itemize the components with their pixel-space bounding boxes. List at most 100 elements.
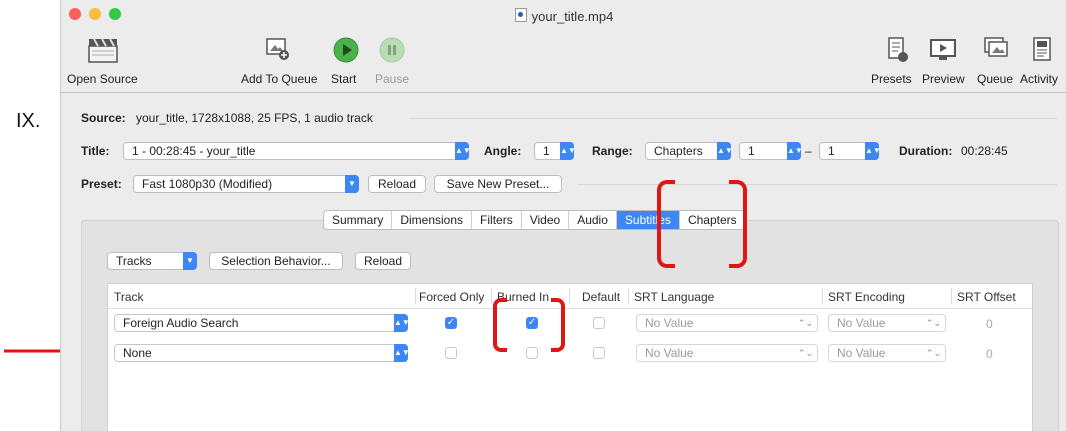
tracks-select[interactable]: Tracks ▼	[107, 252, 197, 270]
updown-icon: ⌃⌄	[797, 348, 813, 358]
srt-offset-value: 0	[986, 347, 993, 361]
range-type-select[interactable]: Chapters ▲▼	[645, 142, 733, 160]
subtitles-reload-button[interactable]: Reload	[355, 252, 411, 270]
open-source-button[interactable]: Open Source	[67, 72, 138, 86]
angle-select[interactable]: 1 ▲▼	[534, 142, 576, 160]
source-separator	[409, 118, 1057, 119]
preset-label: Preset:	[81, 177, 122, 191]
preset-reload-button[interactable]: Reload	[368, 175, 426, 193]
burned-in-checkbox[interactable]	[526, 347, 538, 359]
window-title: your_title.mp4	[61, 8, 1066, 24]
pause-button: Pause	[375, 72, 410, 86]
annotation-bracket-burned-in-right	[551, 298, 565, 352]
srt-encoding-select: No Value ⌃⌄	[828, 314, 946, 332]
updown-icon: ▲▼	[394, 314, 410, 332]
presets-button[interactable]: Presets	[871, 72, 912, 86]
default-checkbox[interactable]	[593, 347, 605, 359]
tab-summary[interactable]: Summary	[324, 211, 393, 229]
default-checkbox[interactable]	[593, 317, 605, 329]
angle-label: Angle:	[484, 144, 522, 158]
tab-audio[interactable]: Audio	[569, 211, 617, 229]
srt-language-select: No Value ⌃⌄	[636, 314, 818, 332]
srt-language-select: No Value ⌃⌄	[636, 344, 818, 362]
updown-icon: ▲▼	[865, 142, 881, 160]
column-divider	[415, 288, 416, 304]
annotation-bracket-subtitles-right	[729, 180, 747, 268]
burned-in-checkbox[interactable]: ✓	[526, 317, 538, 329]
add-to-queue-icon[interactable]	[265, 36, 291, 62]
column-header-default[interactable]: Default	[582, 290, 620, 304]
srt-language-value: No Value	[645, 316, 694, 330]
pause-icon	[379, 37, 405, 63]
column-header-srt-language[interactable]: SRT Language	[634, 290, 714, 304]
forced-only-checkbox[interactable]: ✓	[445, 317, 457, 329]
angle-select-value: 1	[543, 144, 550, 158]
preset-separator	[577, 184, 1057, 185]
column-divider	[822, 288, 823, 304]
chevron-down-icon: ▼	[345, 175, 359, 193]
column-divider	[951, 288, 952, 304]
srt-encoding-value: No Value	[837, 346, 886, 360]
srt-offset-value: 0	[986, 317, 993, 331]
updown-icon: ⌃⌄	[925, 318, 941, 328]
range-dash: –	[805, 144, 812, 158]
tab-filters[interactable]: Filters	[472, 211, 522, 229]
srt-language-value: No Value	[645, 346, 694, 360]
track-select-value: None	[123, 346, 152, 360]
tab-dimensions[interactable]: Dimensions	[392, 211, 473, 229]
preview-icon[interactable]	[929, 36, 957, 64]
header-bottom-border	[108, 308, 1032, 309]
updown-icon: ▲▼	[787, 142, 803, 160]
preset-select[interactable]: Fast 1080p30 (Modified) ▼	[133, 175, 359, 193]
queue-button[interactable]: Queue	[977, 72, 1013, 86]
title-select-value: 1 - 00:28:45 - your_title	[132, 144, 256, 158]
title-bar: your_title.mp4	[61, 0, 1066, 30]
queue-icon[interactable]	[983, 36, 1011, 64]
track-select-value: Foreign Audio Search	[123, 316, 239, 330]
activity-button[interactable]: Activity	[1020, 72, 1058, 86]
range-label: Range:	[592, 144, 633, 158]
title-select[interactable]: 1 - 00:28:45 - your_title ▲▼	[123, 142, 471, 160]
document-icon	[514, 8, 527, 22]
column-divider	[569, 288, 570, 304]
tracks-select-value: Tracks	[116, 254, 152, 268]
annotation-bracket-subtitles-left	[657, 180, 675, 268]
activity-icon[interactable]	[1032, 36, 1056, 64]
srt-encoding-value: No Value	[837, 316, 886, 330]
tab-video[interactable]: Video	[522, 211, 570, 229]
column-divider	[491, 288, 492, 304]
title-label: Title:	[81, 144, 110, 158]
annotation-label: IX.	[16, 110, 41, 132]
preview-button[interactable]: Preview	[922, 72, 965, 86]
column-header-track[interactable]: Track	[114, 290, 144, 304]
range-end-select[interactable]: 1 ▲▼	[819, 142, 881, 160]
save-new-preset-button[interactable]: Save New Preset...	[434, 175, 562, 193]
forced-only-checkbox[interactable]	[445, 347, 457, 359]
updown-icon: ⌃⌄	[797, 318, 813, 328]
subtitle-tracks-table: Track Forced Only Burned In Default SRT …	[107, 283, 1033, 431]
presets-icon[interactable]	[886, 36, 910, 64]
track-select[interactable]: None ▲▼	[114, 344, 410, 362]
selection-behavior-button[interactable]: Selection Behavior...	[209, 252, 343, 270]
source-value: your_title, 1728x1088, 25 FPS, 1 audio t…	[136, 111, 373, 125]
play-icon[interactable]	[333, 37, 359, 63]
updown-icon: ▲▼	[717, 142, 733, 160]
column-header-srt-encoding[interactable]: SRT Encoding	[828, 290, 905, 304]
range-start-select[interactable]: 1 ▲▼	[739, 142, 803, 160]
add-to-queue-button[interactable]: Add To Queue	[241, 72, 318, 86]
updown-icon: ▲▼	[455, 142, 471, 160]
range-start-value: 1	[748, 144, 755, 158]
start-button[interactable]: Start	[331, 72, 356, 86]
tab-bar: Summary Dimensions Filters Video Audio S…	[323, 210, 746, 230]
srt-encoding-select: No Value ⌃⌄	[828, 344, 946, 362]
column-divider	[628, 288, 629, 304]
clapperboard-icon[interactable]	[87, 36, 121, 64]
track-select[interactable]: Foreign Audio Search ▲▼	[114, 314, 410, 332]
toolbar: Open Source Add To Queue Start Pause Pre…	[61, 30, 1066, 93]
column-header-srt-offset[interactable]: SRT Offset	[957, 290, 1016, 304]
source-label: Source:	[81, 111, 126, 125]
duration-value: 00:28:45	[961, 144, 1008, 158]
updown-icon: ▲▼	[560, 142, 576, 160]
chevron-down-icon: ▼	[183, 252, 197, 270]
column-header-forced-only[interactable]: Forced Only	[419, 290, 484, 304]
